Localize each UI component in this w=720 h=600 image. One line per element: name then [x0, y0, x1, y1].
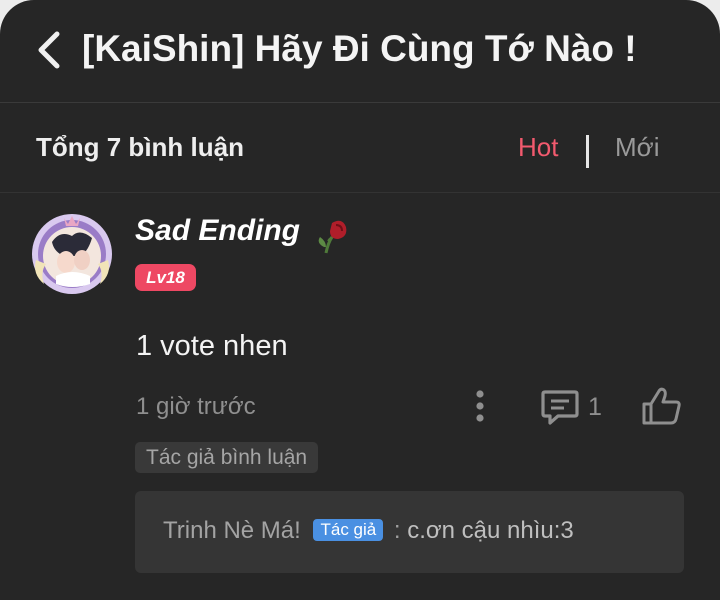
- chevron-left-icon: [38, 31, 60, 69]
- comments-panel: [KaiShin] Hãy Đi Cùng Tớ Nào ! Tổng 7 bì…: [0, 0, 720, 600]
- like-button[interactable]: [640, 384, 684, 428]
- comment-username[interactable]: Sad Ending: [135, 214, 300, 248]
- back-button[interactable]: [30, 28, 70, 72]
- page-title: [KaiShin] Hãy Đi Cùng Tớ Nào !: [82, 28, 637, 69]
- comment-time: 1 giờ trước: [136, 393, 256, 420]
- more-vertical-icon: [476, 390, 484, 422]
- avatar[interactable]: [30, 212, 114, 296]
- header-bar: [KaiShin] Hãy Đi Cùng Tớ Nào !: [0, 0, 720, 103]
- sort-new-tab[interactable]: Mới: [615, 132, 659, 163]
- sort-divider: [586, 135, 589, 168]
- reply-preview[interactable]: Trinh Nè Má! Tác giả : c.ơn cậu nhìu:3: [135, 491, 684, 573]
- reply-button[interactable]: [540, 388, 580, 426]
- sort-hot-tab[interactable]: Hot: [518, 132, 558, 163]
- author-badge: Tác giả: [313, 519, 384, 541]
- level-badge: Lv18: [135, 264, 196, 291]
- reply-author-name[interactable]: Trinh Nè Má!: [163, 517, 301, 544]
- thumbs-up-icon: [642, 387, 681, 425]
- author-comment-tag: Tác giả bình luận: [135, 442, 319, 473]
- comment-count: Tổng 7 bình luận: [36, 132, 244, 162]
- more-options-button[interactable]: [468, 386, 492, 426]
- reply-text: c.ơn cậu nhìu:3: [407, 517, 574, 544]
- reply-line: Trinh Nè Má! Tác giả : c.ơn cậu nhìu:3: [163, 517, 574, 545]
- comment-text: 1 vote nhen: [136, 330, 288, 362]
- reply-count: 1: [588, 393, 602, 421]
- wilted-rose-icon: [314, 217, 350, 255]
- comment-reply-icon: [541, 390, 579, 425]
- comments-toolbar: Tổng 7 bình luận Hot Mới: [0, 102, 720, 193]
- reply-separator: :: [393, 517, 401, 544]
